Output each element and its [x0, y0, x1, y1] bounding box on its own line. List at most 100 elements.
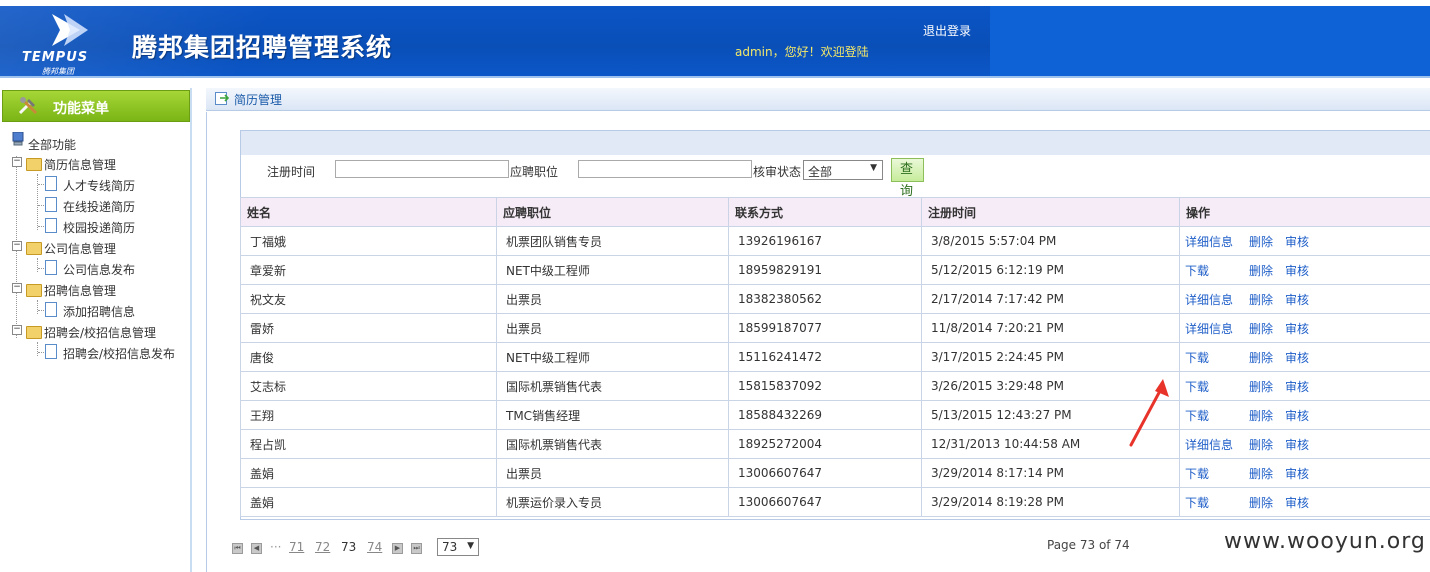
app-header: TEMPUS 腾邦集团 腾邦集团招聘管理系统 admin，您好！欢迎登陆 退出登…	[0, 0, 1430, 78]
page-link-71[interactable]: 71	[289, 540, 304, 554]
tree-connector	[38, 352, 44, 353]
cell-position: 机票团队销售专员	[496, 226, 729, 256]
logo-text: TEMPUS	[22, 50, 89, 65]
collapse-minus-icon[interactable]: −	[12, 241, 22, 251]
delete-link[interactable]: 删除	[1249, 291, 1285, 308]
cell-ops: 详细信息 删除 审核	[1179, 429, 1430, 459]
cell-ops: 下载 删除 审核	[1179, 371, 1430, 401]
review-link[interactable]: 审核	[1285, 349, 1309, 366]
delete-link[interactable]: 删除	[1249, 378, 1285, 395]
review-link[interactable]: 审核	[1285, 465, 1309, 482]
table-row: 盖娟 机票运价录入专员 13006607647 3/29/2014 8:19:2…	[240, 487, 1430, 517]
delete-link[interactable]: 删除	[1249, 233, 1285, 250]
review-link[interactable]: 审核	[1285, 378, 1309, 395]
review-link[interactable]: 审核	[1285, 320, 1309, 337]
delete-link[interactable]: 删除	[1249, 320, 1285, 337]
query-button[interactable]: 查 询	[891, 158, 924, 199]
review-link[interactable]: 审核	[1285, 494, 1309, 511]
detail-or-download-link[interactable]: 下载	[1185, 378, 1249, 395]
col-phone-header[interactable]: 联系方式	[728, 197, 922, 227]
col-name-header[interactable]: 姓名	[240, 197, 497, 227]
delete-link[interactable]: 删除	[1249, 262, 1285, 279]
detail-or-download-link[interactable]: 下载	[1185, 465, 1249, 482]
watermark: www.wooyun.org	[1224, 529, 1426, 554]
col-position-header[interactable]: 应聘职位	[496, 197, 729, 227]
prev-page-icon[interactable]: ◀	[251, 543, 262, 554]
cell-ops: 详细信息 删除 审核	[1179, 313, 1430, 343]
position-input[interactable]	[578, 160, 752, 178]
tree-connector	[38, 226, 44, 227]
detail-or-download-link[interactable]: 下载	[1185, 407, 1249, 424]
detail-or-download-link[interactable]: 详细信息	[1185, 320, 1249, 337]
tree-connector	[38, 205, 44, 206]
table-row: 王翔 TMC销售经理 18588432269 5/13/2015 12:43:2…	[240, 400, 1430, 430]
collapse-minus-icon[interactable]: −	[12, 283, 22, 293]
last-page-icon[interactable]: ⏭	[411, 543, 422, 554]
cell-time: 11/8/2014 7:20:21 PM	[921, 313, 1180, 343]
cell-position: 国际机票销售代表	[496, 371, 729, 401]
cell-name: 雷娇	[240, 313, 497, 343]
cell-name: 丁福娥	[240, 226, 497, 256]
page-select[interactable]: 73 ▼	[437, 538, 479, 556]
delete-link[interactable]: 删除	[1249, 407, 1285, 424]
page-current: 73	[341, 540, 357, 554]
tree-item-label: 添加招聘信息	[63, 305, 136, 319]
table-row: 艾志标 国际机票销售代表 15815837092 3/26/2015 3:29:…	[240, 371, 1430, 401]
page-info: Page 73 of 74	[1047, 538, 1130, 552]
tree-group-label: 招聘会/校招信息管理	[44, 326, 157, 340]
table-header-row: 姓名 应聘职位 联系方式 注册时间 操作	[240, 197, 1430, 227]
delete-link[interactable]: 删除	[1249, 494, 1285, 511]
tree-connector	[37, 300, 38, 314]
dropdown-arrow-icon: ▼	[467, 541, 474, 551]
delete-link[interactable]: 删除	[1249, 436, 1285, 453]
first-page-icon[interactable]: ⏮	[232, 543, 243, 554]
detail-or-download-link[interactable]: 详细信息	[1185, 233, 1249, 250]
tools-icon	[18, 97, 38, 115]
tab-resume-manage[interactable]: 简历管理	[234, 91, 282, 108]
review-link[interactable]: 审核	[1285, 233, 1309, 250]
page-link-72[interactable]: 72	[315, 540, 330, 554]
review-link[interactable]: 审核	[1285, 407, 1309, 424]
review-link[interactable]: 审核	[1285, 291, 1309, 308]
cell-ops: 下载 删除 审核	[1179, 342, 1430, 372]
detail-or-download-link[interactable]: 详细信息	[1185, 291, 1249, 308]
table-row: 程占凯 国际机票销售代表 18925272004 12/31/2013 10:4…	[240, 429, 1430, 459]
pager-ellipsis: ···	[270, 540, 282, 554]
position-label: 应聘职位	[510, 165, 559, 179]
red-arrow-annotation-icon	[1129, 379, 1169, 447]
tree-connector	[37, 174, 38, 230]
collapse-minus-icon[interactable]: −	[12, 157, 22, 167]
cell-phone: 18382380562	[728, 284, 922, 314]
detail-or-download-link[interactable]: 下载	[1185, 349, 1249, 366]
cell-time: 3/8/2015 5:57:04 PM	[921, 226, 1180, 256]
collapse-minus-icon[interactable]: −	[12, 325, 22, 335]
cell-position: TMC销售经理	[496, 400, 729, 430]
tree-connector	[38, 310, 44, 311]
detail-or-download-link[interactable]: 下载	[1185, 494, 1249, 511]
document-icon	[45, 218, 57, 233]
next-page-icon[interactable]: ▶	[392, 543, 403, 554]
cell-time: 5/12/2015 6:12:19 PM	[921, 255, 1180, 285]
cell-name: 章爱新	[240, 255, 497, 285]
detail-or-download-link[interactable]: 详细信息	[1185, 436, 1249, 453]
delete-link[interactable]: 删除	[1249, 349, 1285, 366]
review-link[interactable]: 审核	[1285, 436, 1309, 453]
table-row: 丁福娥 机票团队销售专员 13926196167 3/8/2015 5:57:0…	[240, 226, 1430, 256]
cell-ops: 下载 删除 审核	[1179, 487, 1430, 517]
logout-link[interactable]: 退出登录	[923, 22, 971, 39]
status-select[interactable]: 全部 ▼	[803, 160, 883, 180]
detail-or-download-link[interactable]: 下载	[1185, 262, 1249, 279]
tree-item-label: 公司信息发布	[63, 263, 136, 277]
cell-position: 机票运价录入专员	[496, 487, 729, 517]
tree-group-label: 招聘信息管理	[44, 284, 117, 298]
review-link[interactable]: 审核	[1285, 262, 1309, 279]
reg-time-input[interactable]	[335, 160, 509, 178]
col-time-header[interactable]: 注册时间	[921, 197, 1180, 227]
page-link-74[interactable]: 74	[367, 540, 382, 554]
menu-header: 功能菜单	[2, 90, 190, 122]
tree-connector	[37, 342, 38, 356]
cell-time: 2/17/2014 7:17:42 PM	[921, 284, 1180, 314]
cell-position: 出票员	[496, 458, 729, 488]
document-icon	[45, 302, 57, 317]
delete-link[interactable]: 删除	[1249, 465, 1285, 482]
